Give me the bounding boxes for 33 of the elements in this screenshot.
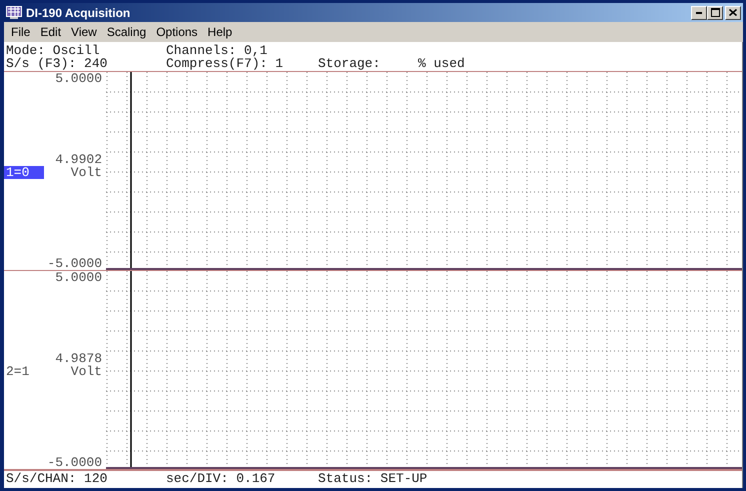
info-text: Compress(F7): 1 [166,57,284,70]
status-text: Status: SET-UP [318,472,428,485]
scale-min-value: -5.0000 [47,456,102,469]
status-text: sec/DIV: 0.167 [166,472,276,485]
unit-label: Volt [70,166,102,179]
scale-max-value: 5.0000 [55,271,102,284]
menu-item[interactable]: View [66,23,102,41]
info-text: Storage: [318,57,382,70]
scale-max-value: 5.0000 [55,72,102,85]
menu-item[interactable]: Scaling [102,23,152,41]
minimize-icon [696,12,702,14]
minimize-button[interactable] [691,6,707,20]
unit-label: Volt [70,364,102,378]
maximize-button[interactable] [707,6,723,20]
channel-label[interactable]: 1=0 [4,166,44,179]
maximize-icon [710,8,720,17]
info-text: S/s (F3): 240 [6,57,108,70]
app-icon [6,6,22,20]
status-text: S/s/CHAN: 120 [5,472,108,485]
info-text: Channels: 0,1 [166,44,268,57]
menu-item[interactable]: Options [151,23,203,41]
cursor-value: 4.9902 [55,152,102,166]
window-title: DI-190 Acquisition [26,4,130,22]
menu-item[interactable]: Help [202,23,238,41]
close-icon [729,9,737,16]
menu-item[interactable]: Edit [35,23,66,41]
cursor-value: 4.9878 [55,352,102,365]
scale-min-value: -5.0000 [47,257,102,270]
menu-item[interactable]: File [6,23,36,41]
channel-label[interactable]: 2=1 [4,364,44,378]
info-text: Mode: Oscill [6,44,101,57]
info-text: % used [418,57,466,70]
close-button[interactable] [725,6,741,20]
